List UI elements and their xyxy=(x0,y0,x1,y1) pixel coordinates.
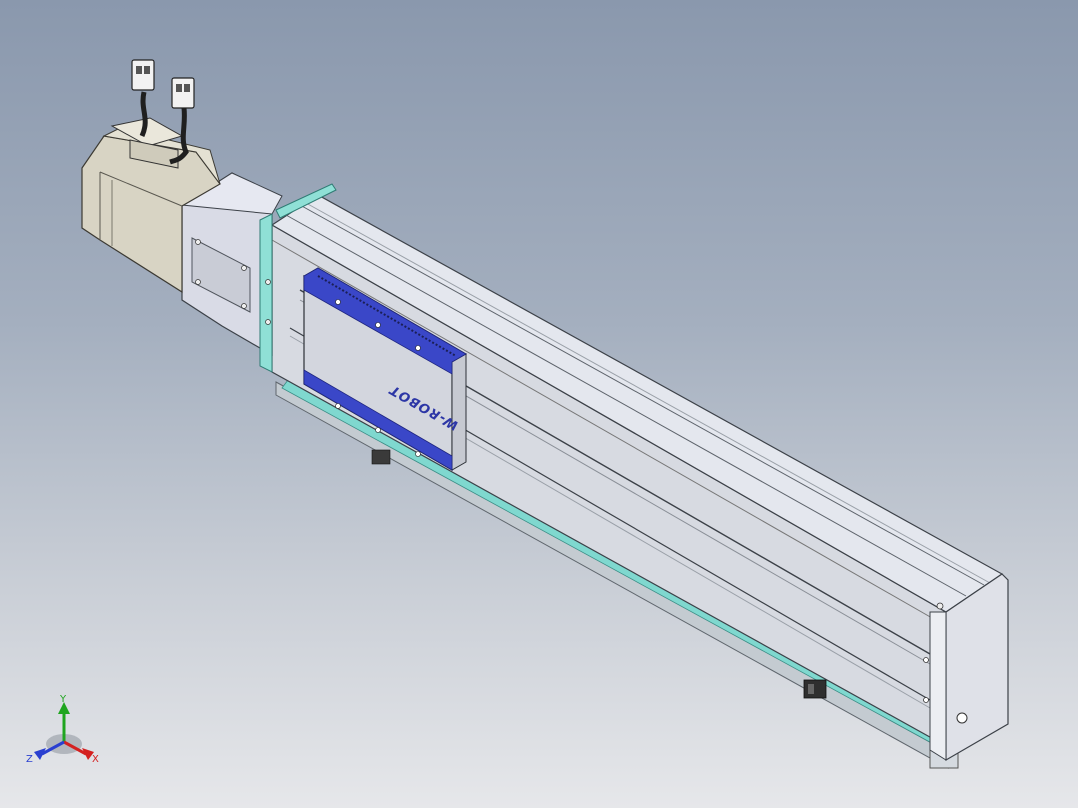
y-axis-label: Y xyxy=(59,694,67,705)
limit-sensor[interactable] xyxy=(803,679,827,699)
cad-viewport[interactable]: W-ROBOT Y X Z xyxy=(0,0,1078,808)
x-axis-label: X xyxy=(92,754,99,765)
linear-actuator-model[interactable]: W-ROBOT xyxy=(0,0,1078,808)
z-axis-label: Z xyxy=(26,754,33,765)
coordinate-triad: Y X Z xyxy=(26,694,99,765)
linear-actuator-body[interactable] xyxy=(270,194,1009,762)
